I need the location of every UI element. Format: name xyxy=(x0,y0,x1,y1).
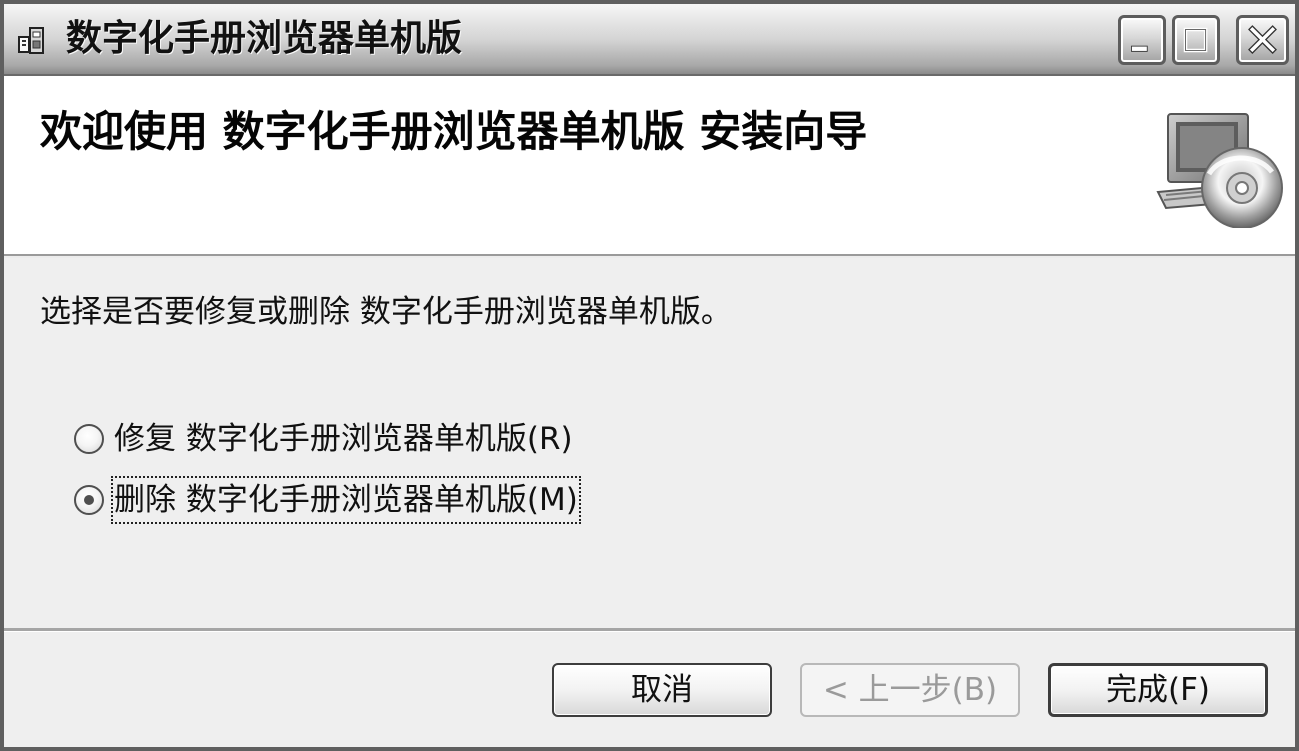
wizard-banner: 欢迎使用 数字化手册浏览器单机版 安装向导 xyxy=(4,76,1295,256)
cancel-button[interactable]: 取消 xyxy=(552,663,772,717)
wizard-content: 选择是否要修复或删除 数字化手册浏览器单机版。 修复 数字化手册浏览器单机版(R… xyxy=(4,258,1295,628)
computer-cd-icon xyxy=(1156,113,1283,228)
minimize-button[interactable] xyxy=(1118,15,1166,65)
maximize-icon xyxy=(1183,27,1208,53)
installer-window: 数字化手册浏览器单机版 欢迎使用 数字化手册浏览器单机版 安装向导 选择是否要修… xyxy=(0,0,1299,751)
window-title: 数字化手册浏览器单机版 xyxy=(66,18,463,59)
close-icon xyxy=(1248,25,1277,55)
wizard-footer: 取消 < 上一步(B) 完成(F) xyxy=(4,632,1295,747)
remove-radio-button[interactable] xyxy=(74,485,104,515)
repair-radio-button[interactable] xyxy=(74,424,104,454)
repair-option-label[interactable]: 修复 数字化手册浏览器单机版(R) xyxy=(114,418,573,460)
remove-option-label[interactable]: 删除 数字化手册浏览器单机版(M) xyxy=(111,476,581,524)
window-titlebar[interactable]: 数字化手册浏览器单机版 xyxy=(4,4,1295,76)
wizard-title: 欢迎使用 数字化手册浏览器单机版 安装向导 xyxy=(40,107,868,156)
maximize-button[interactable] xyxy=(1172,15,1220,65)
installer-icon xyxy=(15,24,49,58)
finish-button[interactable]: 完成(F) xyxy=(1048,663,1268,717)
selected-radio-dot xyxy=(84,495,94,505)
repair-remove-prompt: 选择是否要修复或删除 数字化手册浏览器单机版。 xyxy=(40,294,732,330)
close-button[interactable] xyxy=(1236,15,1289,65)
minimize-icon xyxy=(1131,45,1148,52)
back-button: < 上一步(B) xyxy=(800,663,1020,717)
